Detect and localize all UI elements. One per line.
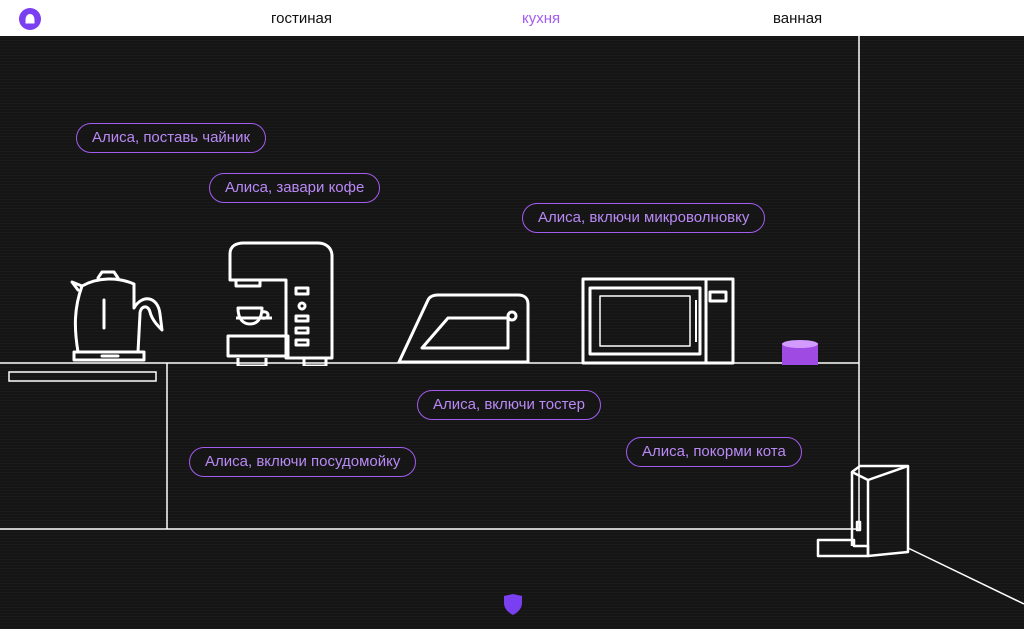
smart-speaker-icon[interactable] [780,339,820,365]
tab-kitchen[interactable]: кухня [522,0,560,36]
tab-living-room[interactable]: гостиная [271,0,332,36]
toaster-icon[interactable] [396,292,534,366]
command-dishwasher[interactable]: Алиса, включи посудомойку [189,447,417,477]
alice-logo-icon[interactable] [19,8,41,30]
command-kettle[interactable]: Алиса, поставь чайник [76,123,267,153]
command-cat-feeder[interactable]: Алиса, покорми кота [626,437,802,467]
command-microwave[interactable]: Алиса, включи микроволновку [522,203,766,233]
kettle-icon[interactable] [68,268,178,364]
tab-bathroom[interactable]: ванная [773,0,822,36]
cat-feeder-icon[interactable] [814,464,912,562]
shield-icon[interactable] [503,594,523,616]
top-navigation-bar: гостиная кухня ванная [0,0,1024,36]
command-coffee[interactable]: Алиса, завари кофе [209,173,381,203]
kitchen-scene: Алиса, поставь чайник Алиса, завари кофе… [0,36,1024,629]
microwave-icon[interactable] [580,276,736,366]
coffee-machine-icon[interactable] [226,240,336,366]
command-toaster[interactable]: Алиса, включи тостер [417,390,601,420]
